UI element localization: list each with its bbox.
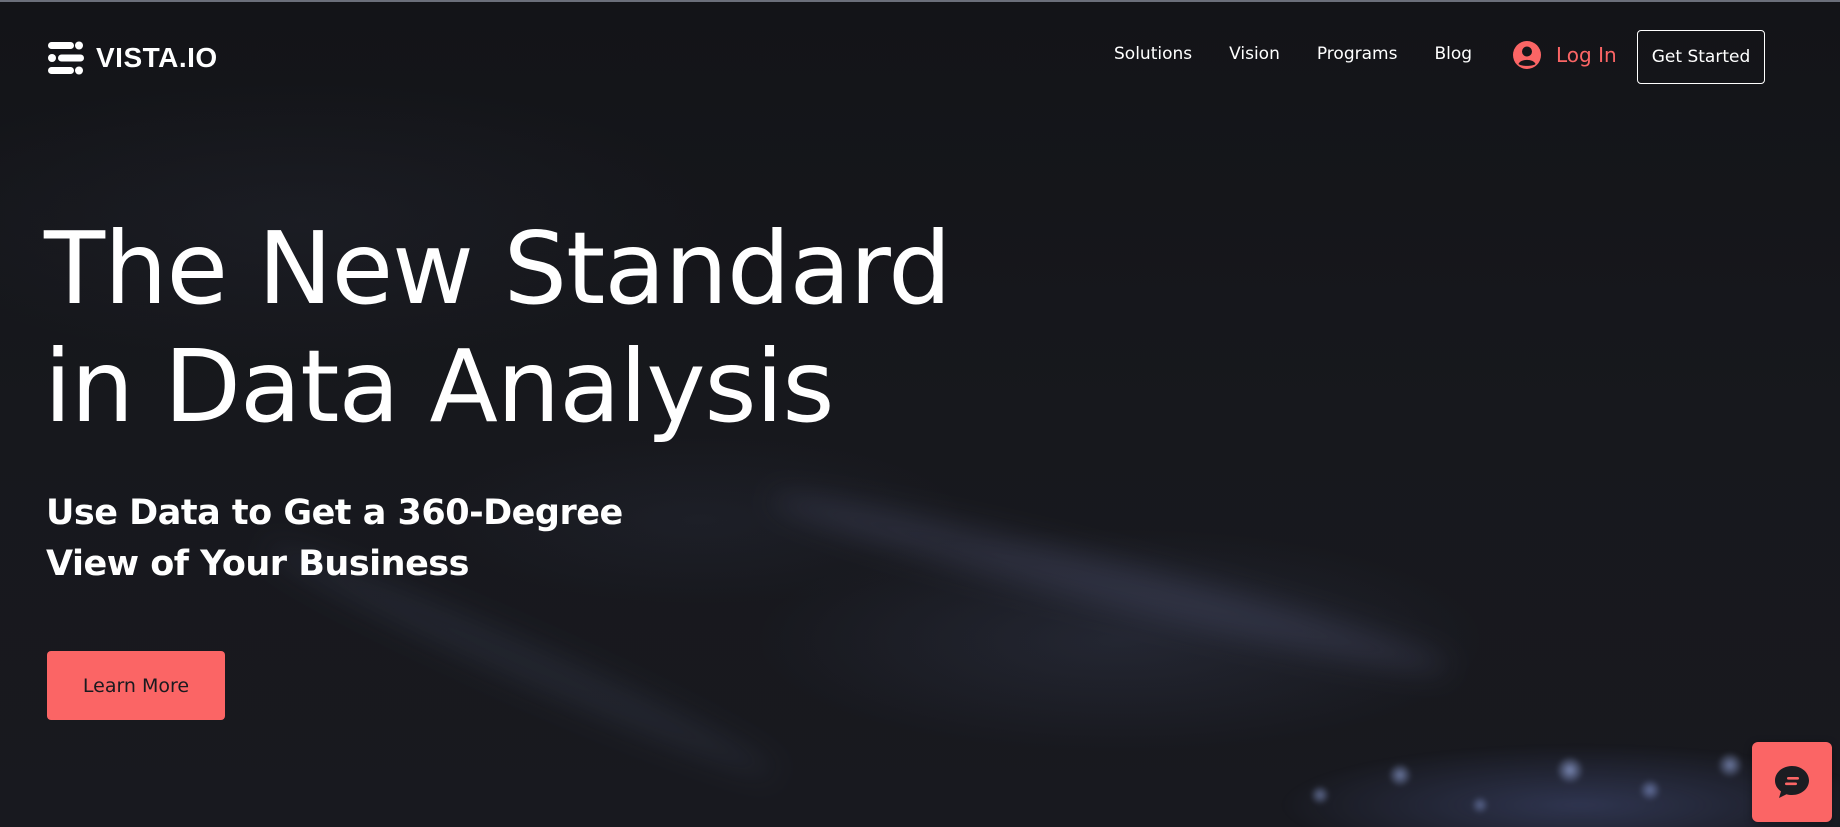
- user-avatar-icon: [1513, 41, 1541, 69]
- hero-subtitle: Use Data to Get a 360-Degree View of You…: [46, 488, 623, 590]
- hero-title: The New Standard in Data Analysis: [44, 210, 952, 446]
- login-label: Log In: [1556, 43, 1617, 67]
- chat-widget-button[interactable]: [1752, 742, 1832, 822]
- page: VISTA.IO Solutions Vision Programs Blog …: [0, 0, 1840, 827]
- vista-logo-icon: [48, 41, 84, 75]
- nav-item-vision[interactable]: Vision: [1229, 44, 1280, 64]
- hero-subtitle-line-1: Use Data to Get a 360-Degree: [46, 493, 623, 533]
- brand-name: VISTA.IO: [96, 42, 218, 73]
- learn-more-button[interactable]: Learn More: [47, 651, 225, 720]
- top-border: [0, 0, 1840, 2]
- chat-bubble-icon: [1775, 766, 1809, 798]
- login-button[interactable]: Log In: [1512, 40, 1617, 70]
- get-started-button[interactable]: Get Started: [1637, 30, 1765, 84]
- background-light-streak: [764, 476, 1456, 690]
- hero-title-line-2: in Data Analysis: [44, 328, 835, 445]
- nav-item-programs[interactable]: Programs: [1317, 44, 1398, 64]
- nav-item-solutions[interactable]: Solutions: [1114, 44, 1192, 64]
- brand-logo-link[interactable]: VISTA.IO: [46, 38, 218, 78]
- hero-title-line-1: The New Standard: [44, 210, 952, 327]
- hero-subtitle-line-2: View of Your Business: [46, 544, 469, 584]
- main-nav: Solutions Vision Programs Blog: [1114, 44, 1472, 64]
- nav-item-blog[interactable]: Blog: [1434, 44, 1472, 64]
